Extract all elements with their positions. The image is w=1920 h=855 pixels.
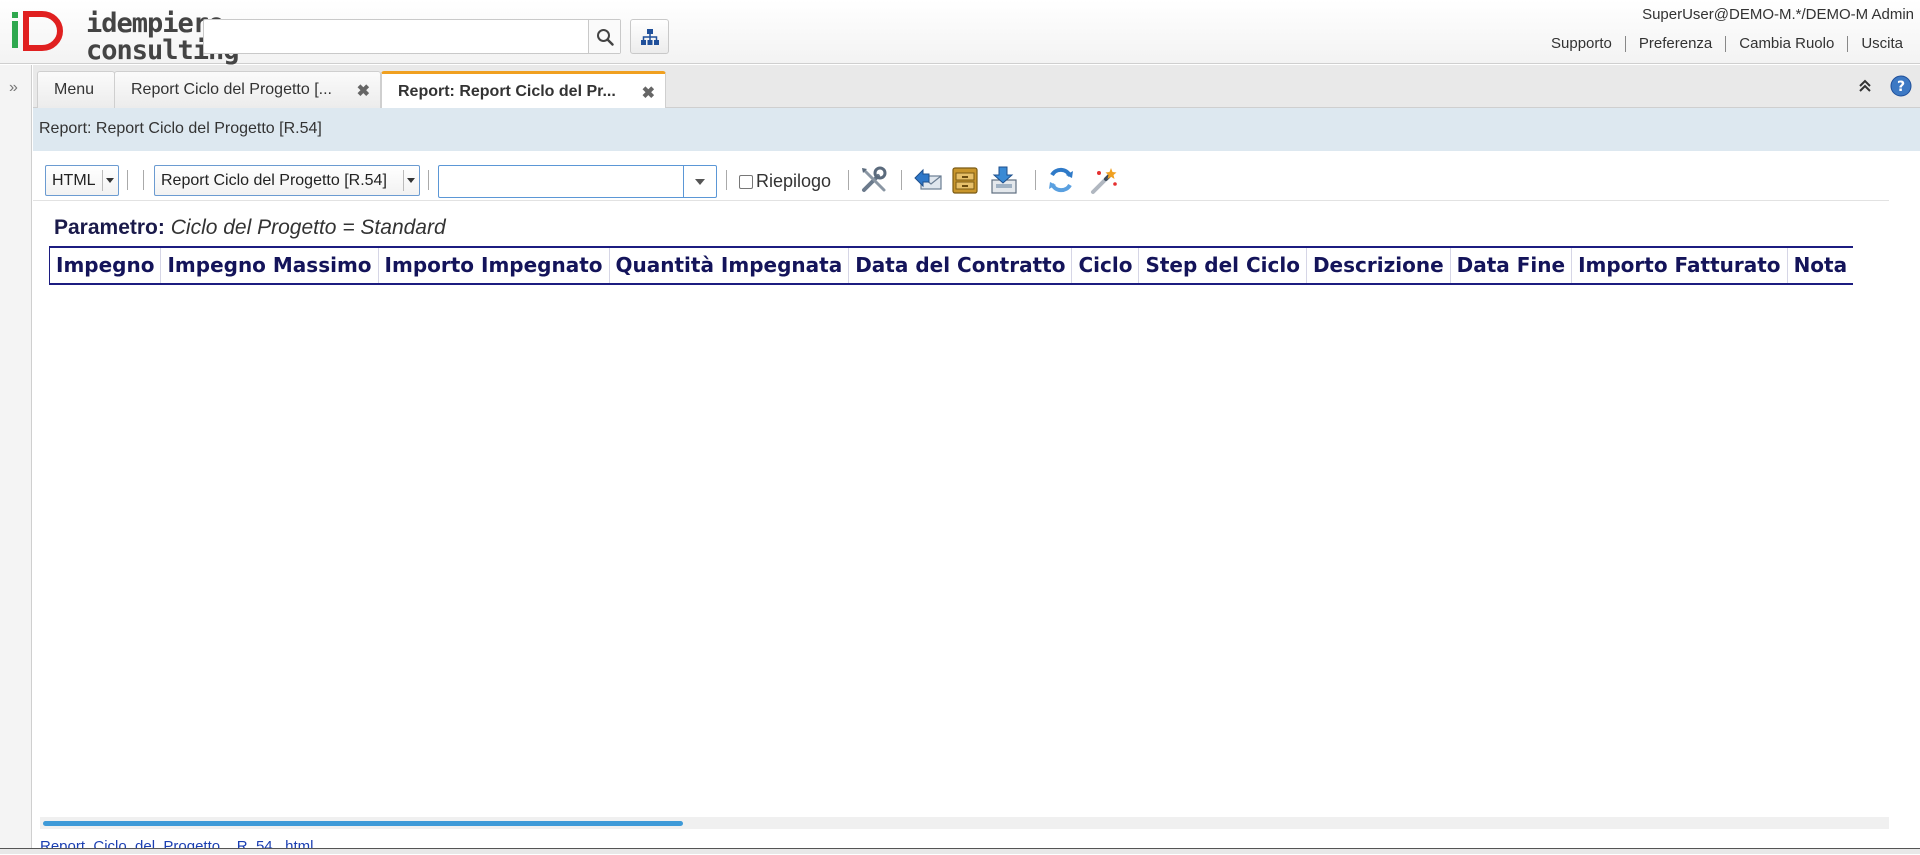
tab-label: Report Ciclo del Progetto [...: [131, 81, 332, 98]
column-header[interactable]: Importo Impegnato: [377, 246, 610, 285]
scrollbar-thumb[interactable]: [43, 821, 683, 826]
view-combobox-button[interactable]: [683, 166, 716, 197]
column-header[interactable]: Step del Ciclo: [1138, 246, 1307, 285]
idempiere-logo-icon: [12, 11, 63, 51]
table-header-row: Impegno Impegno Massimo Importo Impegnat…: [48, 246, 1854, 285]
west-panel-collapsed: »: [0, 65, 32, 854]
view-combobox-input[interactable]: [439, 166, 683, 197]
logo: idempiere consulting: [10, 8, 240, 64]
report-content: Parametro: Ciclo del Progetto = Standard…: [33, 201, 1889, 816]
column-header[interactable]: Nota: [1786, 246, 1854, 285]
search-button[interactable]: [588, 20, 620, 53]
separator: [726, 170, 727, 190]
separator: [127, 170, 128, 190]
separator: [901, 170, 902, 190]
archive-icon[interactable]: [949, 164, 981, 196]
menu-tree-button[interactable]: [630, 19, 669, 54]
chevron-down-icon: [695, 178, 705, 185]
expand-panel-icon[interactable]: »: [9, 79, 18, 97]
parameter-value: Ciclo del Progetto = Standard: [170, 216, 446, 239]
column-header[interactable]: Impegno Massimo: [160, 246, 379, 285]
tab-tools: ?: [1858, 75, 1912, 97]
window-title: Report: Report Ciclo del Progetto [R.54]: [33, 108, 1920, 151]
separator: [428, 170, 429, 190]
report-parameter: Parametro: Ciclo del Progetto = Standard: [54, 216, 446, 240]
search-icon: [596, 28, 614, 46]
chevron-down-icon: [102, 170, 116, 191]
horizontal-scrollbar[interactable]: [40, 817, 1889, 829]
link-supporto[interactable]: Supporto: [1538, 36, 1625, 52]
column-header[interactable]: Data Fine: [1449, 246, 1572, 285]
column-header[interactable]: Impegno: [48, 246, 161, 285]
separator: [848, 170, 849, 190]
close-tab-icon[interactable]: ✖: [642, 83, 655, 103]
print-format-select[interactable]: Report Ciclo del Progetto [R.54]: [154, 165, 420, 196]
wizard-wand-icon[interactable]: [1087, 164, 1119, 196]
sitemap-icon: [640, 28, 659, 45]
close-tab-icon[interactable]: ✖: [357, 81, 370, 101]
global-search: [203, 19, 621, 54]
link-cambia-ruolo[interactable]: Cambia Ruolo: [1725, 36, 1847, 52]
tab-label: Menu: [54, 81, 95, 98]
send-mail-icon[interactable]: [913, 164, 945, 196]
customize-tools-icon[interactable]: [858, 164, 890, 196]
column-header[interactable]: Ciclo: [1071, 246, 1139, 285]
format-select-value: HTML: [52, 172, 96, 189]
summary-label: Riepilogo: [756, 171, 832, 191]
separator: [1035, 170, 1036, 190]
tab-report-process[interactable]: Report Ciclo del Progetto [... ✖: [114, 71, 381, 108]
refresh-icon[interactable]: [1045, 164, 1077, 196]
help-icon[interactable]: ?: [1890, 75, 1912, 97]
svg-text:?: ?: [1897, 79, 1905, 95]
summary-checkbox[interactable]: Riepilogo: [739, 171, 831, 192]
report-table: Impegno Impegno Massimo Importo Impegnat…: [48, 246, 1854, 285]
separator: [143, 170, 144, 190]
checkbox-box[interactable]: [739, 174, 753, 189]
report-toolbar: HTML Report Ciclo del Progetto [R.54] Ri…: [33, 151, 1889, 201]
tab-label: Report: Report Ciclo del Pr...: [398, 82, 616, 100]
chevron-down-icon: [403, 170, 417, 191]
column-header[interactable]: Quantità Impegnata: [608, 246, 849, 285]
link-preferenza[interactable]: Preferenza: [1624, 36, 1725, 52]
search-input[interactable]: [204, 20, 590, 53]
parameter-label: Parametro:: [54, 216, 165, 239]
tab-menu[interactable]: Menu: [37, 71, 115, 108]
top-links: Supporto Preferenza Cambia Ruolo Uscita: [1538, 36, 1916, 52]
view-combobox: [438, 165, 717, 198]
column-header[interactable]: Data del Contratto: [848, 246, 1072, 285]
bottom-border: [0, 848, 1920, 854]
print-format-select-value: Report Ciclo del Progetto [R.54]: [161, 172, 387, 189]
format-select[interactable]: HTML: [45, 165, 119, 196]
column-header[interactable]: Importo Fatturato: [1571, 246, 1788, 285]
column-header[interactable]: Descrizione: [1305, 246, 1451, 285]
user-label: SuperUser@DEMO-M.*/DEMO-M Admin: [1642, 6, 1914, 23]
tab-report-viewer[interactable]: Report: Report Ciclo del Pr... ✖: [381, 71, 666, 109]
link-uscita[interactable]: Uscita: [1847, 36, 1916, 52]
tab-bar: Menu Report Ciclo del Progetto [... ✖ Re…: [33, 65, 1920, 109]
export-icon[interactable]: [987, 164, 1019, 196]
collapse-header-icon[interactable]: [1858, 79, 1872, 93]
header: idempiere consulting SuperUser@DEMO-M.*/…: [0, 0, 1920, 64]
